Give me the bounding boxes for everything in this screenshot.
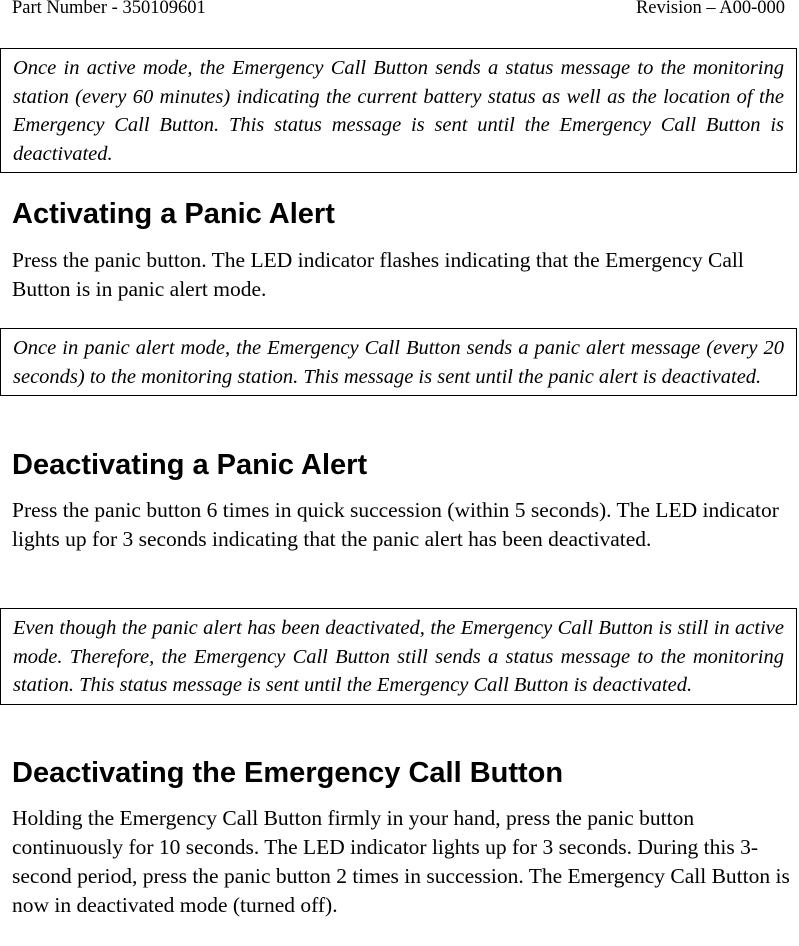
note-panic-alert-mode: Once in panic alert mode, the Emergency … [0,328,797,396]
note-still-active: Even though the panic alert has been dea… [0,608,797,705]
paragraph-deactivating-call-button: Holding the Emergency Call Button firmly… [12,806,790,917]
heading-deactivating-panic-alert: Deactivating a Panic Alert [12,449,368,481]
paragraph-deactivating-panic-alert: Press the panic button 6 times in quick … [12,498,779,551]
part-number: Part Number - 350109601 [12,0,206,18]
revision-number: Revision – A00-000 [635,0,785,18]
note-active-mode: Once in active mode, the Emergency Call … [0,48,797,173]
heading-deactivating-call-button: Deactivating the Emergency Call Button [12,757,564,789]
paragraph-activating-panic-alert: Press the panic button. The LED indicato… [12,248,744,301]
heading-activating-panic-alert: Activating a Panic Alert [12,198,335,230]
